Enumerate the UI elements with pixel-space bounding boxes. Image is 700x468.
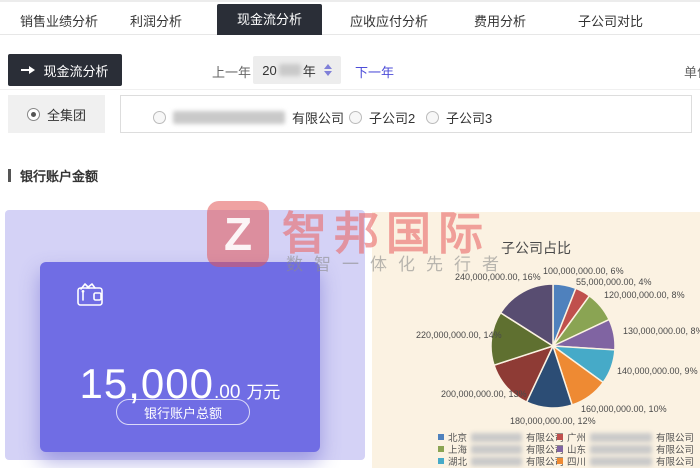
year-spinner-icon[interactable]: [324, 64, 332, 76]
toolbar: 现金流分析 上一年 20 年 下一年 单位: [0, 35, 700, 90]
next-year-link[interactable]: 下一年: [355, 62, 394, 81]
group-radio[interactable]: [27, 108, 40, 121]
redacted-text: [471, 457, 522, 466]
bank-total-button[interactable]: 银行账户总额: [116, 399, 250, 425]
legend-swatch-icon: [438, 458, 444, 464]
pie-label-2: 55,000,000.00, 4%: [576, 277, 652, 287]
dashboard-page: 销售业绩分析利润分析现金流分析应收应付分析费用分析子公司对比 现金流分析 上一年…: [0, 0, 700, 468]
company3-radio-item[interactable]: 子公司3: [426, 108, 492, 127]
section-title: 银行账户金额: [20, 166, 98, 185]
company2-label: 子公司2: [369, 108, 415, 127]
pie-label-8: 200,000,000.00, 13%: [441, 389, 527, 399]
pie-label-9: 220,000,000.00, 14%: [416, 330, 502, 340]
redacted-company-name: [173, 111, 285, 124]
unit-label: 单位: [684, 62, 700, 81]
subsidiary-share-panel: 子公司占比 100,000,000.00, 6%55,000,000.00, 4…: [372, 212, 700, 468]
pie-label-7: 180,000,000.00, 12%: [510, 416, 596, 426]
legend-swatch-icon: [438, 434, 444, 440]
amount-unit: 万元: [246, 383, 280, 402]
company-filter-box: 有限公司 子公司2 子公司3: [120, 95, 692, 133]
bank-total-card[interactable]: 15,000.00万元 银行账户总额: [40, 262, 320, 452]
tab-6[interactable]: 子公司对比: [578, 11, 643, 30]
legend-prefix: 四川: [567, 454, 586, 468]
legend-item-6[interactable]: 四川 有限公司: [557, 454, 694, 468]
tab-2[interactable]: 利润分析: [130, 11, 182, 30]
redacted-year: [279, 64, 301, 76]
company1-suffix: 有限公司: [292, 108, 344, 127]
redacted-text: [590, 445, 652, 454]
year-select[interactable]: 20 年: [253, 56, 341, 84]
legend-swatch-icon: [557, 446, 563, 452]
bank-amount-panel: 15,000.00万元 银行账户总额: [5, 210, 365, 460]
section-title-bar: [8, 169, 11, 182]
pie-label-5: 140,000,000.00, 9%: [617, 366, 698, 376]
tab-5[interactable]: 费用分析: [474, 11, 526, 30]
company2-radio-item[interactable]: 子公司2: [349, 108, 415, 127]
legend-item-5[interactable]: 湖北有限公司: [438, 454, 564, 468]
group-filter[interactable]: 全集团: [8, 95, 105, 133]
legend-swatch-icon: [557, 458, 563, 464]
cashflow-analysis-label: 现金流分析: [43, 61, 108, 80]
top-tab-bar: 销售业绩分析 利润分析 现金流分析 应收应付分析 费用分析 子公司对比: [0, 0, 700, 35]
legend-swatch-icon: [438, 446, 444, 452]
company1-radio[interactable]: [153, 111, 166, 124]
arrow-right-icon: [21, 65, 35, 75]
company3-label: 子公司3: [446, 108, 492, 127]
prev-year-link[interactable]: 上一年: [212, 62, 251, 81]
pie-label-4: 130,000,000.00, 8%: [623, 326, 700, 336]
legend-swatch-icon: [557, 434, 563, 440]
pie-label-10: 240,000,000.00, 16%: [455, 272, 541, 282]
legend-suffix: 有限公司: [656, 454, 694, 468]
pie-label-3: 120,000,000.00, 8%: [604, 290, 685, 300]
group-label: 全集团: [47, 105, 86, 124]
company1-radio-item[interactable]: 有限公司: [153, 108, 344, 127]
company2-radio[interactable]: [349, 111, 362, 124]
redacted-text: [590, 457, 652, 466]
legend-prefix: 湖北: [448, 454, 467, 468]
tab-4[interactable]: 应收应付分析: [350, 11, 428, 30]
pie-label-1: 100,000,000.00, 6%: [543, 266, 624, 276]
year-suffix: 年: [303, 61, 316, 80]
cashflow-analysis-button[interactable]: 现金流分析: [8, 54, 122, 86]
pie-label-6: 160,000,000.00, 10%: [581, 404, 667, 414]
pie-chart-title: 子公司占比: [372, 238, 700, 258]
redacted-text: [471, 445, 522, 454]
tab-3[interactable]: 现金流分析: [217, 4, 322, 35]
redacted-text: [590, 433, 652, 442]
redacted-text: [471, 433, 522, 442]
company3-radio[interactable]: [426, 111, 439, 124]
tab-1[interactable]: 销售业绩分析: [20, 11, 98, 30]
year-prefix: 20: [262, 63, 276, 78]
wallet-icon: [73, 278, 107, 312]
